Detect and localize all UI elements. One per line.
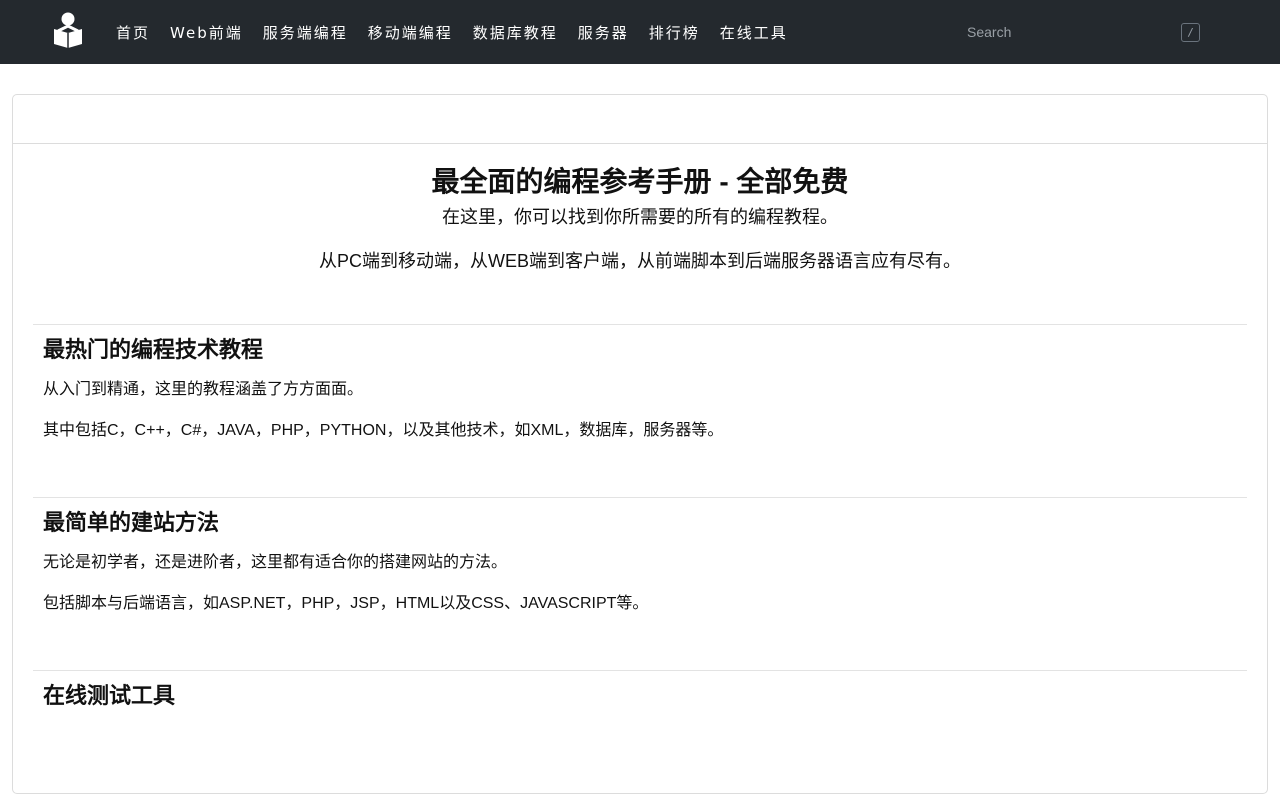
nav-link-rankings[interactable]: 排行榜 bbox=[649, 22, 700, 43]
main-nav: 首页 Web前端 服务端编程 移动端编程 数据库教程 服务器 排行榜 在线工具 bbox=[116, 0, 808, 64]
section-title: 在线测试工具 bbox=[43, 683, 176, 708]
section-popular-tutorials: 最热门的编程技术教程 从入门到精通，这里的教程涵盖了方方面面。 其中包括C，C+… bbox=[33, 324, 1247, 497]
section-title: 最简单的建站方法 bbox=[43, 510, 220, 535]
section-text: 包括脚本与后端语言，如ASP.NET，PHP，JSP，HTML以及CSS、JAV… bbox=[43, 595, 649, 612]
nav-link-online-tools[interactable]: 在线工具 bbox=[720, 22, 788, 43]
section-text: 其中包括C，C++，C#，JAVA，PHP，PYTHON，以及其他技术，如XML… bbox=[43, 422, 724, 439]
nav-link-server-programming[interactable]: 服务端编程 bbox=[263, 22, 348, 43]
card-header bbox=[13, 95, 1267, 144]
section-text: 从入门到精通，这里的教程涵盖了方方面面。 bbox=[43, 381, 364, 398]
page-title: 最全面的编程参考手册 - 全部免费 bbox=[431, 166, 849, 197]
section-title: 最热门的编程技术教程 bbox=[43, 337, 264, 362]
section-site-building: 最简单的建站方法 无论是初学者，还是进阶者，这里都有适合你的搭建网站的方法。 包… bbox=[33, 497, 1247, 670]
search-box: / bbox=[955, 16, 1205, 48]
nav-link-servers[interactable]: 服务器 bbox=[578, 22, 629, 43]
hero: 最全面的编程参考手册 - 全部免费 在这里，你可以找到你所需要的所有的编程教程。… bbox=[13, 144, 1267, 274]
nav-link-web-frontend[interactable]: Web前端 bbox=[170, 22, 243, 43]
nav-link-database-tutorials[interactable]: 数据库教程 bbox=[473, 22, 558, 43]
top-navbar: 首页 Web前端 服务端编程 移动端编程 数据库教程 服务器 排行榜 在线工具 … bbox=[0, 0, 1280, 64]
book-reader-icon[interactable] bbox=[52, 12, 84, 50]
section-online-tools: 在线测试工具 bbox=[33, 670, 1247, 770]
search-input[interactable] bbox=[955, 16, 1205, 48]
section-text: 无论是初学者，还是进阶者，这里都有适合你的搭建网站的方法。 bbox=[43, 554, 508, 571]
hero-subtitle: 在这里，你可以找到你所需要的所有的编程教程。 bbox=[442, 207, 838, 227]
nav-link-home[interactable]: 首页 bbox=[116, 22, 150, 43]
content-card: 最全面的编程参考手册 - 全部免费 在这里，你可以找到你所需要的所有的编程教程。… bbox=[12, 94, 1268, 794]
nav-link-mobile-programming[interactable]: 移动端编程 bbox=[368, 22, 453, 43]
search-shortcut-key: / bbox=[1181, 23, 1200, 42]
hero-description: 从PC端到移动端，从WEB端到客户端，从前端脚本到后端服务器语言应有尽有。 bbox=[318, 251, 961, 271]
